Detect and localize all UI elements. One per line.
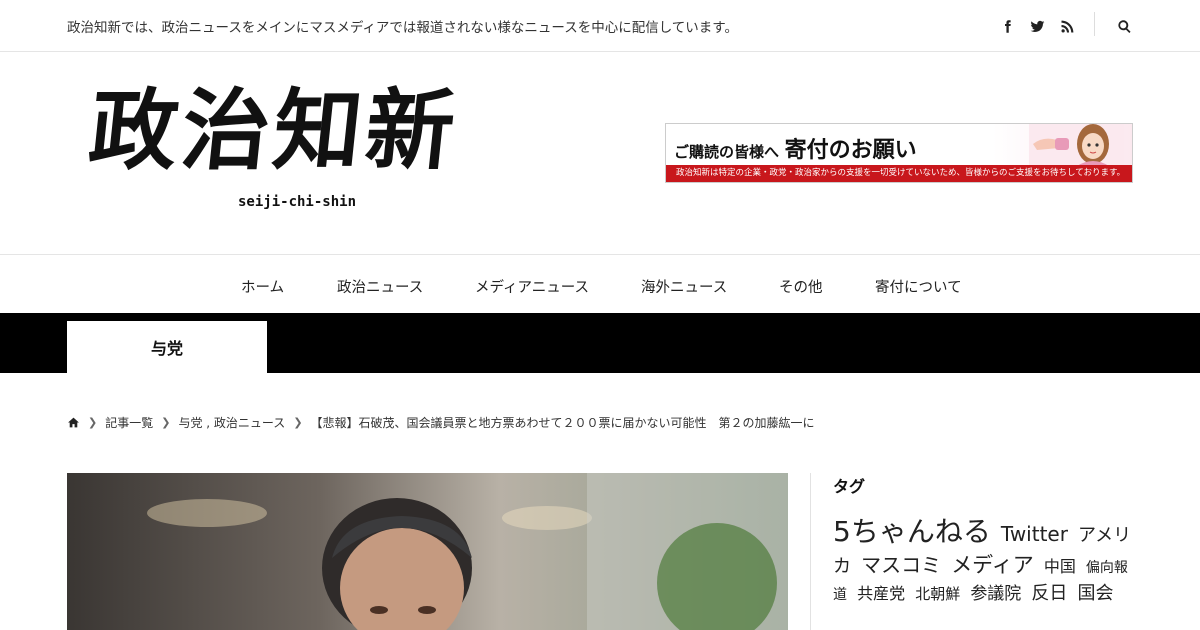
tag-link[interactable]: 反日	[1031, 583, 1067, 604]
banner-strip-text: 政治知新は特定の企業・政党・政治家からの支援を一切受けていないため、皆様からのご…	[666, 165, 1132, 182]
site-tagline: 政治知新では、政治ニュースをメインにマスメディアでは報道されない様なニュースを中…	[67, 20, 738, 36]
nav-item-media-news[interactable]: メディアニュース	[475, 276, 589, 297]
chevron-right-icon: ❯	[293, 416, 303, 429]
nav-item-home[interactable]: ホーム	[241, 276, 284, 297]
tag-link[interactable]: 共産党	[857, 584, 905, 603]
nav-item-politics-news[interactable]: 政治ニュース	[337, 276, 423, 297]
top-bar: 政治知新では、政治ニュースをメインにマスメディアでは報道されない様なニュースを中…	[0, 0, 1200, 52]
breadcrumb-item-category[interactable]: 与党 , 政治ニュース	[178, 414, 285, 431]
tag-link[interactable]: メディア	[951, 553, 1034, 577]
nav-item-donation[interactable]: 寄付について	[875, 276, 962, 297]
twitter-icon[interactable]	[1025, 14, 1049, 38]
tag-link[interactable]: 参議院	[970, 584, 1021, 604]
category-band: 与党	[0, 313, 1200, 373]
tag-link[interactable]: 中国	[1044, 557, 1076, 576]
category-tab[interactable]: 与党	[67, 321, 267, 373]
hero-photo	[67, 473, 788, 630]
topbar-divider	[1094, 12, 1095, 36]
home-icon[interactable]	[67, 416, 80, 429]
sidebar-heading: タグ	[833, 477, 866, 496]
tag-link[interactable]: 国会	[1078, 583, 1114, 604]
breadcrumb: ❯ 記事一覧 ❯ 与党 , 政治ニュース ❯ 【悲報】石破茂、国会議員票と地方票…	[67, 414, 815, 431]
tag-link[interactable]: マスコミ	[861, 553, 941, 577]
article-hero-image	[67, 473, 788, 630]
facebook-icon[interactable]	[995, 14, 1019, 38]
sidebar-divider	[810, 473, 811, 630]
banner-headline: ご購読の皆様へ 寄付のお願い	[674, 132, 917, 164]
nav-item-other[interactable]: その他	[779, 276, 823, 297]
logo-subtext: seiji-chi-shin	[238, 194, 357, 210]
donation-banner[interactable]: ご購読の皆様へ 寄付のお願い 政治知新は特定の企業・政党・政治家からの支援を一切…	[665, 123, 1133, 183]
rss-icon[interactable]	[1055, 14, 1079, 38]
tag-link[interactable]: Twitter	[1001, 522, 1068, 546]
search-icon[interactable]	[1112, 14, 1136, 38]
chevron-right-icon: ❯	[88, 416, 98, 429]
breadcrumb-current: 【悲報】石破茂、国会議員票と地方票あわせて２００票に届かない可能性 第２の加藤紘…	[310, 416, 815, 430]
breadcrumb-item-articles[interactable]: 記事一覧	[105, 414, 153, 431]
site-logo[interactable]: 政治知新 seiji-chi-shin	[85, 78, 510, 216]
banner-title: 寄付のお願い	[784, 137, 917, 163]
tag-cloud: 5ちゃんねる Twitter アメリカ マスコミ メディア 中国 偏向報道 共産…	[833, 512, 1133, 606]
banner-character-illustration	[1029, 124, 1124, 166]
global-nav: ホーム 政治ニュース メディアニュース 海外ニュース その他 寄付について	[0, 254, 1200, 314]
tag-link[interactable]: 5ちゃんねる	[833, 515, 991, 548]
chevron-right-icon: ❯	[161, 416, 171, 429]
logo-text: 政治知新	[84, 78, 464, 182]
nav-item-world-news[interactable]: 海外ニュース	[641, 276, 727, 297]
tag-link[interactable]: 北朝鮮	[915, 585, 960, 603]
banner-lead: ご購読の皆様へ	[674, 143, 780, 161]
